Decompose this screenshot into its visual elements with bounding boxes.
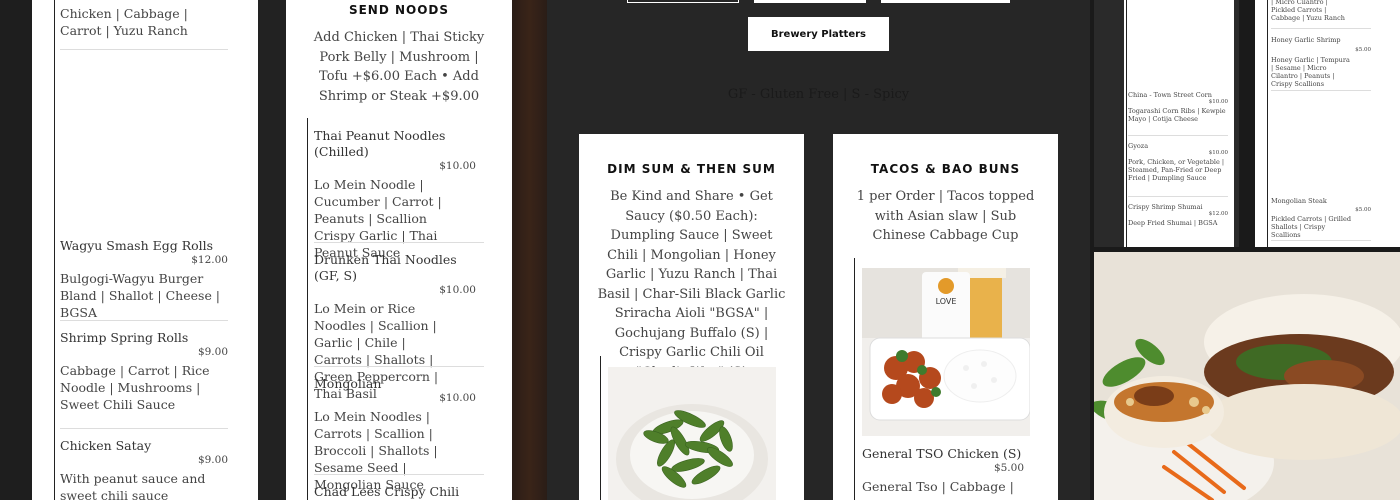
section-heading: DIM SUM & THEN SUM [607,162,776,176]
bao-buns-photo [1094,252,1400,500]
menu-item: Chicken Satay $9.00 With peanut sauce an… [60,438,228,500]
menu-item: Mongolian Steak $5.00 Pickled Carrots | … [1271,197,1371,239]
item-price: $10.00 [1208,99,1228,105]
item-name: Wagyu Smash Egg Rolls [60,238,214,253]
tab-2[interactable] [754,0,866,3]
item-description: Deep Fried Shumai | BGSA [1128,219,1218,227]
item-name: Honey Garlic Shrimp [1271,36,1341,44]
item-price: $9.00 [197,454,228,466]
menu-item: General TSO Chicken (S) $5.00 General Ts… [862,446,1024,495]
menu-item: Honey Garlic Shrimp $5.00 Honey Garlic |… [1271,36,1371,88]
main-menu-area: Brewery Platters GF - Gluten Free | S - … [547,0,1090,500]
item-price: $12.00 [1208,211,1228,217]
divider [1271,28,1371,29]
divider [1128,196,1228,197]
divider [60,320,228,321]
dietary-legend: GF - Gluten Free | S - Spicy [727,87,910,102]
item-name: Chicken Satay [60,438,152,453]
divider [60,428,228,429]
item-name: China - Town Street Corn [1128,91,1212,99]
section-heading: TACOS & BAO BUNS [870,162,1021,176]
tab-3[interactable] [881,0,1010,3]
cup-brand: LOVE [936,297,957,306]
item-description: Pickled Carrots | Grilled Shallots | Cri… [1271,215,1351,239]
thumbnail-page: China - Town Street Corn $10.00 Togarash… [1124,0,1234,247]
item-description: Chicken | Cabbage | Carrot | Yuzu Ranch [60,6,188,38]
menu-column-appetizers: Chicken | Cabbage | Carrot | Yuzu Ranch … [32,0,258,500]
menu-thumbnail-2: | Micro Cilantro | Pickled Carrots | Cab… [1255,0,1400,247]
divider [1271,240,1371,241]
item-price: $10.00 [439,160,476,172]
gap-background [258,0,286,500]
item-price: $12.00 [191,254,228,266]
menu-item: Shrimp Spring Rolls $9.00 Cabbage | Carr… [60,330,228,413]
item-description: Cabbage | Carrot | Rice Noodle | Mushroo… [60,363,210,412]
left-background [0,0,32,500]
column-rule [307,118,308,500]
brewery-platters-button[interactable]: Brewery Platters [748,17,889,51]
column-rule [600,356,601,500]
item-name: Thai Peanut Noodles (Chilled) [314,128,446,159]
section-intro: Be Kind and Share • Get Saucy ($0.50 Eac… [597,189,786,380]
divider [1128,135,1228,136]
menu-thumbnail-1: China - Town Street Corn $10.00 Togarash… [1094,0,1239,247]
item-description: | Micro Cilantro | Pickled Carrots | Cab… [1271,0,1345,22]
tab-1[interactable] [627,0,739,3]
item-description: Lo Mein Noodle | Cucumber | Carrot | Pea… [314,177,442,260]
item-price: $5.00 [1355,207,1371,213]
item-name: General TSO Chicken (S) [862,446,1022,461]
section-heading: SEND NOODS [348,3,450,17]
general-tso-photo: LOVE [862,268,1030,436]
menu-item: Mongolian $10.00 Lo Mein Noodles | Carro… [314,376,476,493]
gap-background [512,0,547,500]
item-name: Drunken Thai Noodles (GF, S) [314,252,457,283]
edamame-photo [608,367,776,500]
item-name: Gyoza [1128,142,1149,150]
menu-item: Crispy Shrimp Shumai $12.00 Deep Fried S… [1128,203,1228,227]
menu-item: Gyoza $10.00 Pork, Chicken, or Vegetable… [1128,142,1228,182]
divider [60,49,228,50]
menu-card-tacos: TACOS & BAO BUNS 1 per Order | Tacos top… [833,134,1058,500]
divider [1271,90,1371,91]
item-name: Crispy Shrimp Shumai [1128,203,1203,211]
divider [314,242,484,243]
item-name: Mongolian Steak [1271,197,1327,205]
column-rule [1267,0,1268,247]
divider [314,366,484,367]
item-name: Chad Lees Crispy Chili Garlic (S) [314,484,460,499]
menu-card-dim-sum: DIM SUM & THEN SUM Be Kind and Share • G… [579,134,804,500]
item-price: $10.00 [1208,150,1228,156]
section-intro: Add Chicken | Thai Sticky Pork Belly | M… [313,30,485,104]
item-price: $10.00 [439,284,476,296]
item-name: Mongolian [314,376,382,391]
menu-column-noodles: SEND NOODS Add Chicken | Thai Sticky Por… [286,0,512,500]
item-price: $5.00 [1355,47,1371,53]
column-rule [854,258,855,500]
item-description: Bulgogi-Wagyu Burger Bland | Shallot | C… [60,271,221,320]
item-description: Lo Mein Noodles | Carrots | Scallion | B… [314,409,438,492]
divider [314,474,484,475]
item-price: $10.00 [439,392,476,404]
item-price: $5.00 [993,462,1024,474]
item-description: Togarashi Corn Ribs | Kewpie Mayo | Coti… [1128,107,1226,123]
menu-item: Wagyu Smash Egg Rolls $12.00 Bulgogi-Wag… [60,238,228,321]
column-rule [54,0,55,500]
item-name: Shrimp Spring Rolls [60,330,189,345]
item-description: Pork, Chicken, or Vegetable | Steamed, P… [1128,158,1225,182]
section-intro: 1 per Order | Tacos topped with Asian sl… [856,189,1035,243]
item-price: $9.00 [197,346,228,358]
item-description: With peanut sauce and sweet chili sauce [60,471,206,500]
column-rule [1126,0,1127,247]
menu-item: China - Town Street Corn $10.00 Togarash… [1128,91,1228,123]
item-description: Honey Garlic | Tempura | Sesame | Micro … [1271,56,1350,88]
menu-item: Chad Lees Crispy Chili Garlic (S) [314,484,489,500]
item-description: General Tso | Cabbage | [862,479,1014,494]
